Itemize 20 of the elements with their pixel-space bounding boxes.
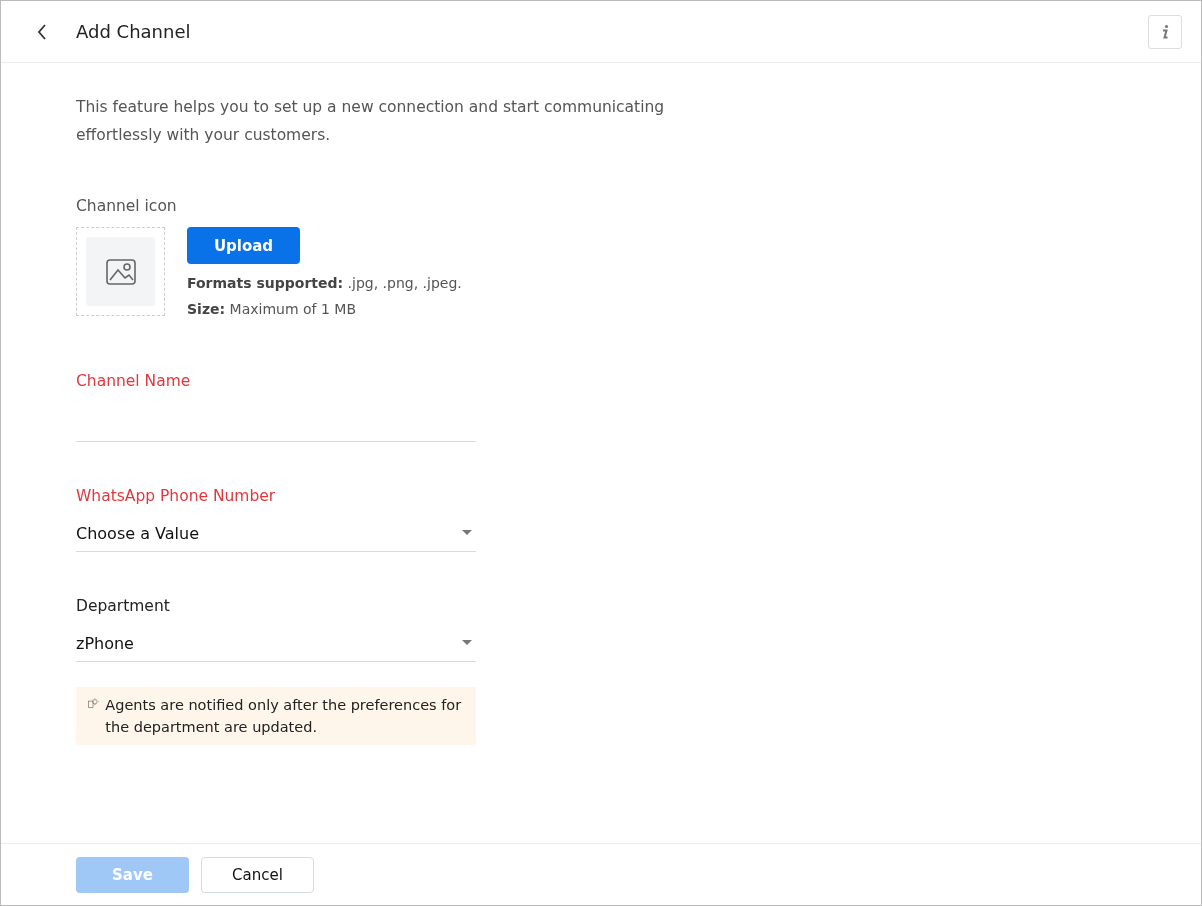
caret-icon — [462, 530, 472, 536]
dropdown-field[interactable]: zPhone — [76, 625, 476, 662]
note-text: Agents are notified only after the preferences for the department are updated. — [105, 696, 463, 737]
field-label: Channel icon — [76, 197, 178, 215]
formats-text: Formats supported: .jpg, .png, .jpeg. — [187, 274, 462, 293]
cancel-button[interactable]: Cancel — [201, 856, 314, 893]
image-icon — [104, 257, 137, 286]
field-label: Channel Name — [76, 372, 192, 390]
info-button[interactable] — [1148, 14, 1182, 49]
icon-drop-zone[interactable] — [76, 227, 165, 316]
field-label: Department — [76, 597, 171, 615]
upload-button[interactable]: Upload — [187, 227, 300, 264]
chevron-left-icon — [37, 23, 47, 40]
size-text: Size: Maximum of 1 MB — [187, 300, 357, 319]
info-icon — [1161, 23, 1169, 40]
caret-icon — [462, 640, 472, 646]
description-text: This feature helps you to set up a new connection and start communicating effortlessly with your customers. — [76, 97, 666, 146]
dropdown-field[interactable]: Choose a Value — [76, 515, 476, 552]
field-label: WhatsApp Phone Number — [76, 487, 277, 505]
page-title: Add Channel — [76, 21, 191, 42]
